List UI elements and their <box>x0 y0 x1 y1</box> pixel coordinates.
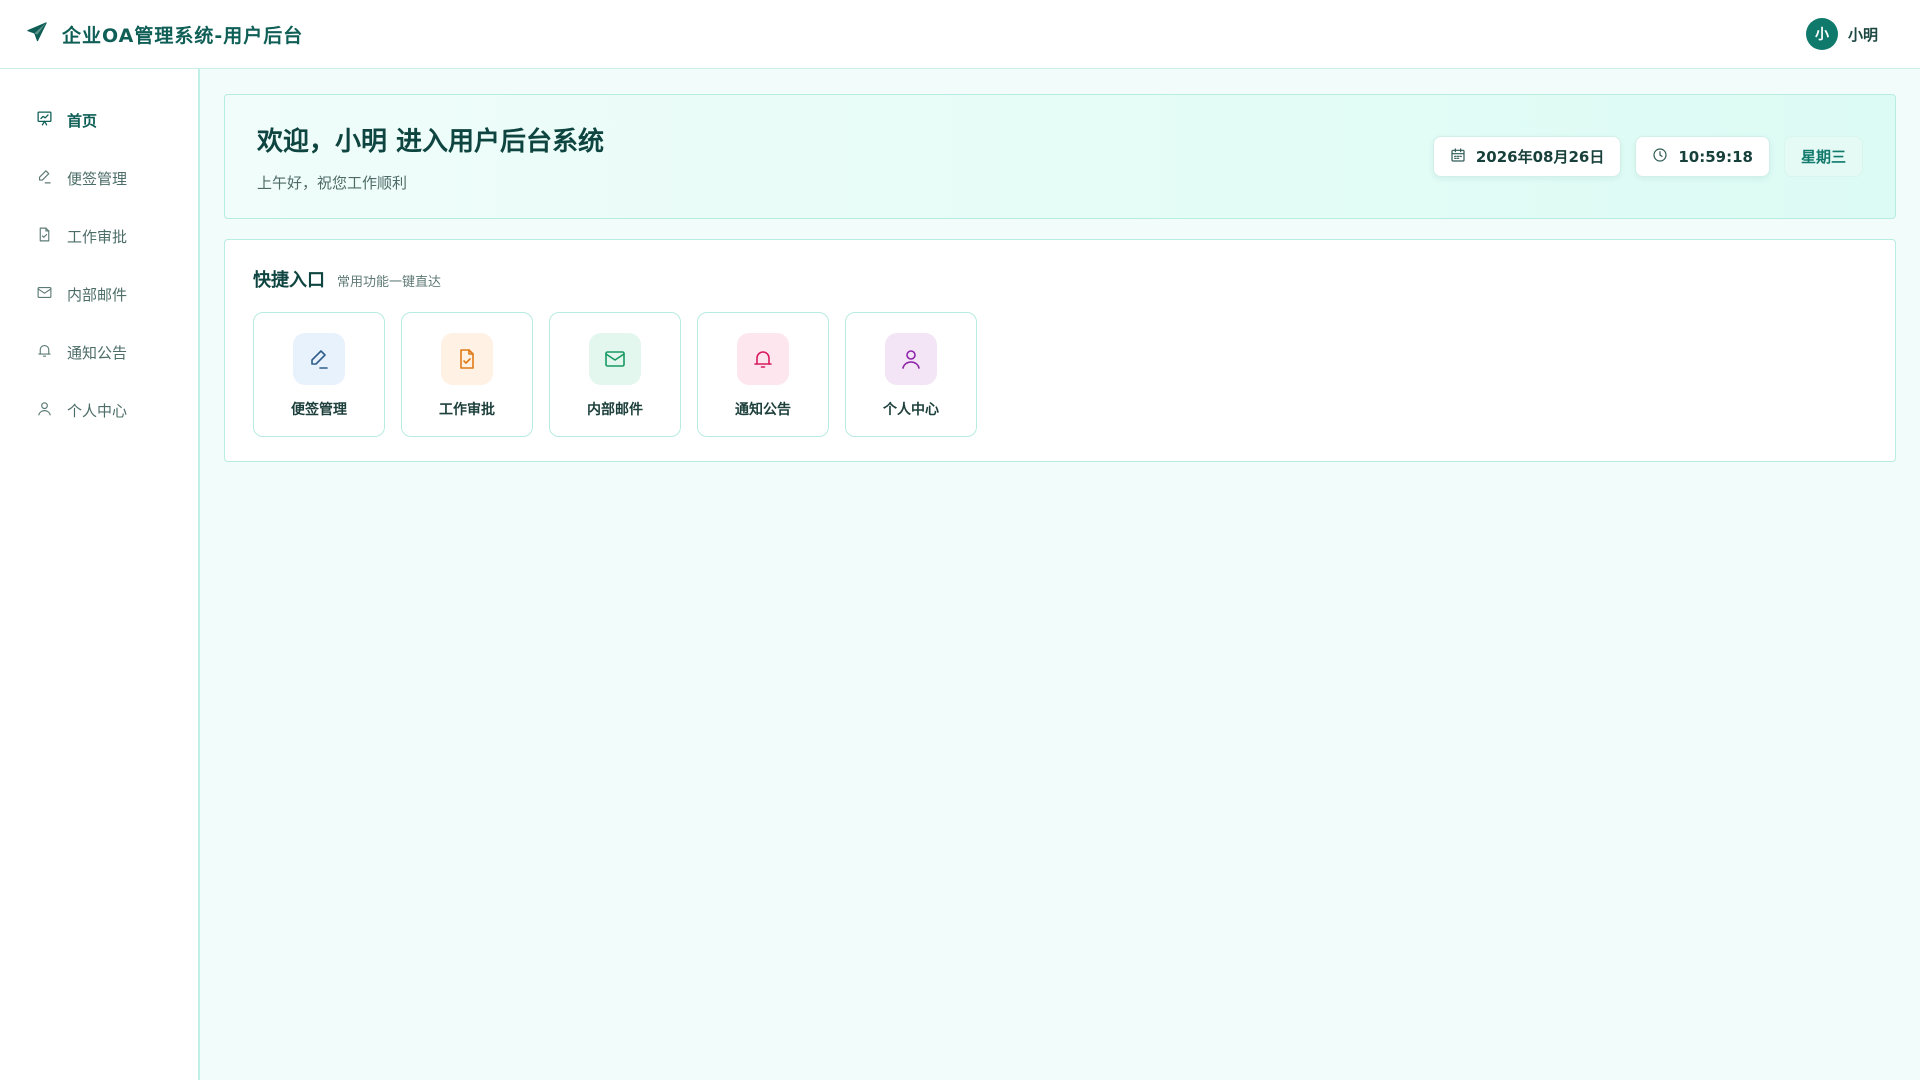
quick-card-label: 通知公告 <box>735 402 791 418</box>
sidebar-item-label: 便签管理 <box>67 169 128 188</box>
file-check-icon <box>36 226 53 247</box>
sidebar: 首页 便签管理 工作审批 内部邮件 通知公告 个人中心 <box>0 69 200 1080</box>
quick-access-cards: 便签管理 工作审批 内部邮件 通知公告 个人中心 <box>253 312 1867 437</box>
quick-card-notes[interactable]: 便签管理 <box>253 312 385 437</box>
quick-access-title: 快捷入口 <box>253 270 325 291</box>
quick-card-notice[interactable]: 通知公告 <box>697 312 829 437</box>
date-chip: 2026年08月26日 <box>1432 136 1622 177</box>
paper-plane-icon <box>26 21 48 47</box>
quick-card-profile[interactable]: 个人中心 <box>845 312 977 437</box>
user-icon <box>885 333 937 385</box>
file-check-icon <box>441 333 493 385</box>
time-text: 10:59:18 <box>1678 147 1753 166</box>
weekday-chip: 星期三 <box>1783 136 1863 177</box>
mail-icon <box>589 333 641 385</box>
date-time-chips: 2026年08月26日 10:59:18 星期三 <box>1432 136 1863 177</box>
sidebar-item-profile[interactable]: 个人中心 <box>0 381 198 439</box>
weekday-text: 星期三 <box>1800 148 1846 166</box>
welcome-title: 欢迎，小明 进入用户后台系统 <box>257 126 605 157</box>
quick-access-panel: 快捷入口 常用功能一键直达 便签管理 工作审批 内部邮件 通知公告 个人中心 <box>224 239 1896 462</box>
mail-icon <box>36 284 53 305</box>
avatar[interactable]: 小 <box>1805 18 1838 50</box>
main-content: 欢迎，小明 进入用户后台系统 上午好，祝您工作顺利 2026年08月26日 10… <box>224 94 1896 462</box>
quick-card-mail[interactable]: 内部邮件 <box>549 312 681 437</box>
home-chart-icon <box>36 110 53 131</box>
quick-access-header: 快捷入口 常用功能一键直达 <box>253 266 1867 292</box>
brand[interactable]: 企业OA管理系统-用户后台 <box>26 21 303 48</box>
sidebar-item-label: 内部邮件 <box>67 285 128 304</box>
sidebar-item-label: 通知公告 <box>67 343 128 362</box>
sidebar-item-label: 工作审批 <box>67 227 128 246</box>
sidebar-item-notice[interactable]: 通知公告 <box>0 323 198 381</box>
sidebar-item-home[interactable]: 首页 <box>0 91 198 149</box>
quick-card-label: 个人中心 <box>883 402 939 418</box>
pen-icon <box>36 168 53 189</box>
user-icon <box>36 400 53 421</box>
sidebar-item-label: 个人中心 <box>67 401 128 420</box>
user-name[interactable]: 小明 <box>1848 24 1878 45</box>
user-menu[interactable]: 小 小明 <box>1805 18 1894 50</box>
sidebar-item-mail[interactable]: 内部邮件 <box>0 265 198 323</box>
bell-icon <box>737 333 789 385</box>
time-chip: 10:59:18 <box>1635 136 1770 177</box>
bell-icon <box>36 342 53 363</box>
sidebar-item-label: 首页 <box>67 111 98 130</box>
welcome-text: 欢迎，小明 进入用户后台系统 上午好，祝您工作顺利 <box>257 121 604 193</box>
welcome-subtitle: 上午好，祝您工作顺利 <box>257 173 408 192</box>
date-text: 2026年08月26日 <box>1475 148 1605 166</box>
quick-access-subtitle: 常用功能一键直达 <box>337 275 442 290</box>
sidebar-item-notes[interactable]: 便签管理 <box>0 149 198 207</box>
quick-card-label: 内部邮件 <box>587 402 643 418</box>
quick-card-approval[interactable]: 工作审批 <box>401 312 533 437</box>
app-title: 企业OA管理系统-用户后台 <box>62 24 304 47</box>
pen-icon <box>293 333 345 385</box>
sidebar-item-approval[interactable]: 工作审批 <box>0 207 198 265</box>
welcome-banner: 欢迎，小明 进入用户后台系统 上午好，祝您工作顺利 2026年08月26日 10… <box>224 94 1896 219</box>
clock-icon <box>1652 147 1668 167</box>
top-bar: 企业OA管理系统-用户后台 小 小明 <box>0 0 1920 69</box>
calendar-icon <box>1450 147 1466 167</box>
quick-card-label: 工作审批 <box>439 402 495 418</box>
quick-card-label: 便签管理 <box>291 402 347 418</box>
